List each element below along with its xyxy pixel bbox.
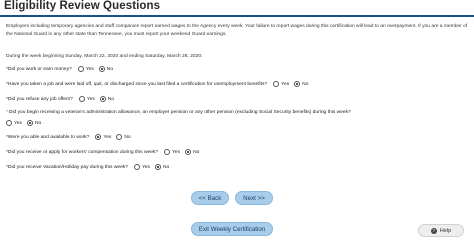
question-2-text: *Have you taken a job and were laid off,… (6, 81, 268, 87)
question-2: *Have you taken a job and were laid off,… (6, 81, 313, 87)
question-4-yes-radio[interactable] (6, 120, 12, 126)
question-2-no-label: No (302, 81, 309, 87)
question-3-yes-option[interactable]: Yes (78, 96, 95, 102)
question-1-text: *Did you work or earn money? (6, 66, 72, 72)
question-3-no-option[interactable]: No (99, 96, 115, 102)
question-7-no-option[interactable]: No (154, 164, 170, 170)
next-button[interactable]: Next >> (235, 191, 273, 205)
exit-weekly-certification-button[interactable]: Exit Weekly Certification (191, 222, 273, 236)
question-2-no-radio[interactable] (294, 81, 301, 87)
question-6-text: *Did you receive or apply for workers' c… (6, 149, 159, 155)
question-3-no-label: No (107, 96, 115, 102)
question-5-yes-option[interactable]: Yes (95, 134, 111, 140)
question-5-no-option[interactable]: No (116, 134, 131, 140)
question-7-no-label: No (162, 164, 170, 170)
question-3: *Did you refuse any job offers? Yes No (6, 96, 119, 102)
question-7: *Did you receive Vacation/Holiday pay du… (6, 164, 174, 170)
intro-text: Employers including temporary agencies a… (6, 24, 468, 37)
question-5-text: *Were you able and available to work? (6, 134, 90, 140)
question-7-no-radio[interactable] (154, 164, 161, 170)
question-1-no-radio[interactable] (98, 66, 105, 72)
question-5-no-label: No (124, 134, 131, 140)
question-6-no-radio[interactable] (185, 149, 192, 155)
title-divider (0, 15, 474, 17)
question-4-no-label: No (34, 120, 42, 126)
question-7-yes-radio[interactable] (133, 164, 140, 170)
question-7-yes-option[interactable]: Yes (133, 164, 150, 170)
question-5-no-radio[interactable] (116, 134, 123, 140)
question-1-no-label: No (106, 66, 114, 72)
question-2-yes-radio[interactable] (273, 81, 280, 87)
question-7-text: *Did you receive Vacation/Holiday pay du… (6, 164, 128, 170)
page-title: Eligibility Review Questions (4, 0, 161, 12)
question-1-yes-option[interactable]: Yes (77, 66, 94, 72)
question-6-no-label: No (193, 149, 200, 155)
question-6-yes-label: Yes (172, 149, 181, 155)
question-circle-icon: ? (430, 227, 437, 234)
question-6-yes-option[interactable]: Yes (164, 149, 180, 155)
question-6: *Did you receive or apply for workers' c… (6, 149, 204, 155)
question-4-yes-option[interactable]: Yes (6, 120, 22, 126)
week-range-label: During the week beginning Sunday, March … (6, 54, 203, 59)
question-3-no-radio[interactable] (99, 96, 106, 102)
question-2-yes-option[interactable]: Yes (273, 81, 289, 87)
question-1-yes-label: Yes (85, 66, 94, 72)
question-4-text: *Did you begin receiving a veteran's adm… (6, 110, 351, 115)
question-1: *Did you work or earn money? Yes No (6, 66, 118, 72)
question-6-no-option[interactable]: No (185, 149, 199, 155)
question-3-yes-radio[interactable] (78, 96, 85, 102)
question-5: *Were you able and available to work? Ye… (6, 134, 136, 140)
question-2-no-option[interactable]: No (294, 81, 308, 87)
question-5-yes-radio[interactable] (95, 134, 102, 140)
back-button[interactable]: << Back (191, 191, 229, 205)
question-5-yes-label: Yes (103, 134, 112, 140)
help-button[interactable]: ? Help (418, 224, 464, 237)
question-3-text: *Did you refuse any job offers? (6, 96, 73, 102)
question-2-yes-label: Yes (281, 81, 290, 87)
question-1-yes-radio[interactable] (77, 66, 84, 72)
help-label: Help (439, 227, 452, 234)
question-4-options: Yes No (6, 120, 46, 126)
question-7-yes-label: Yes (141, 164, 150, 170)
question-4-no-option[interactable]: No (26, 120, 42, 126)
question-6-yes-radio[interactable] (164, 149, 171, 155)
question-4-yes-label: Yes (14, 120, 22, 126)
question-3-yes-label: Yes (86, 96, 95, 102)
question-4-no-radio[interactable] (26, 120, 33, 126)
question-1-no-option[interactable]: No (98, 66, 114, 72)
